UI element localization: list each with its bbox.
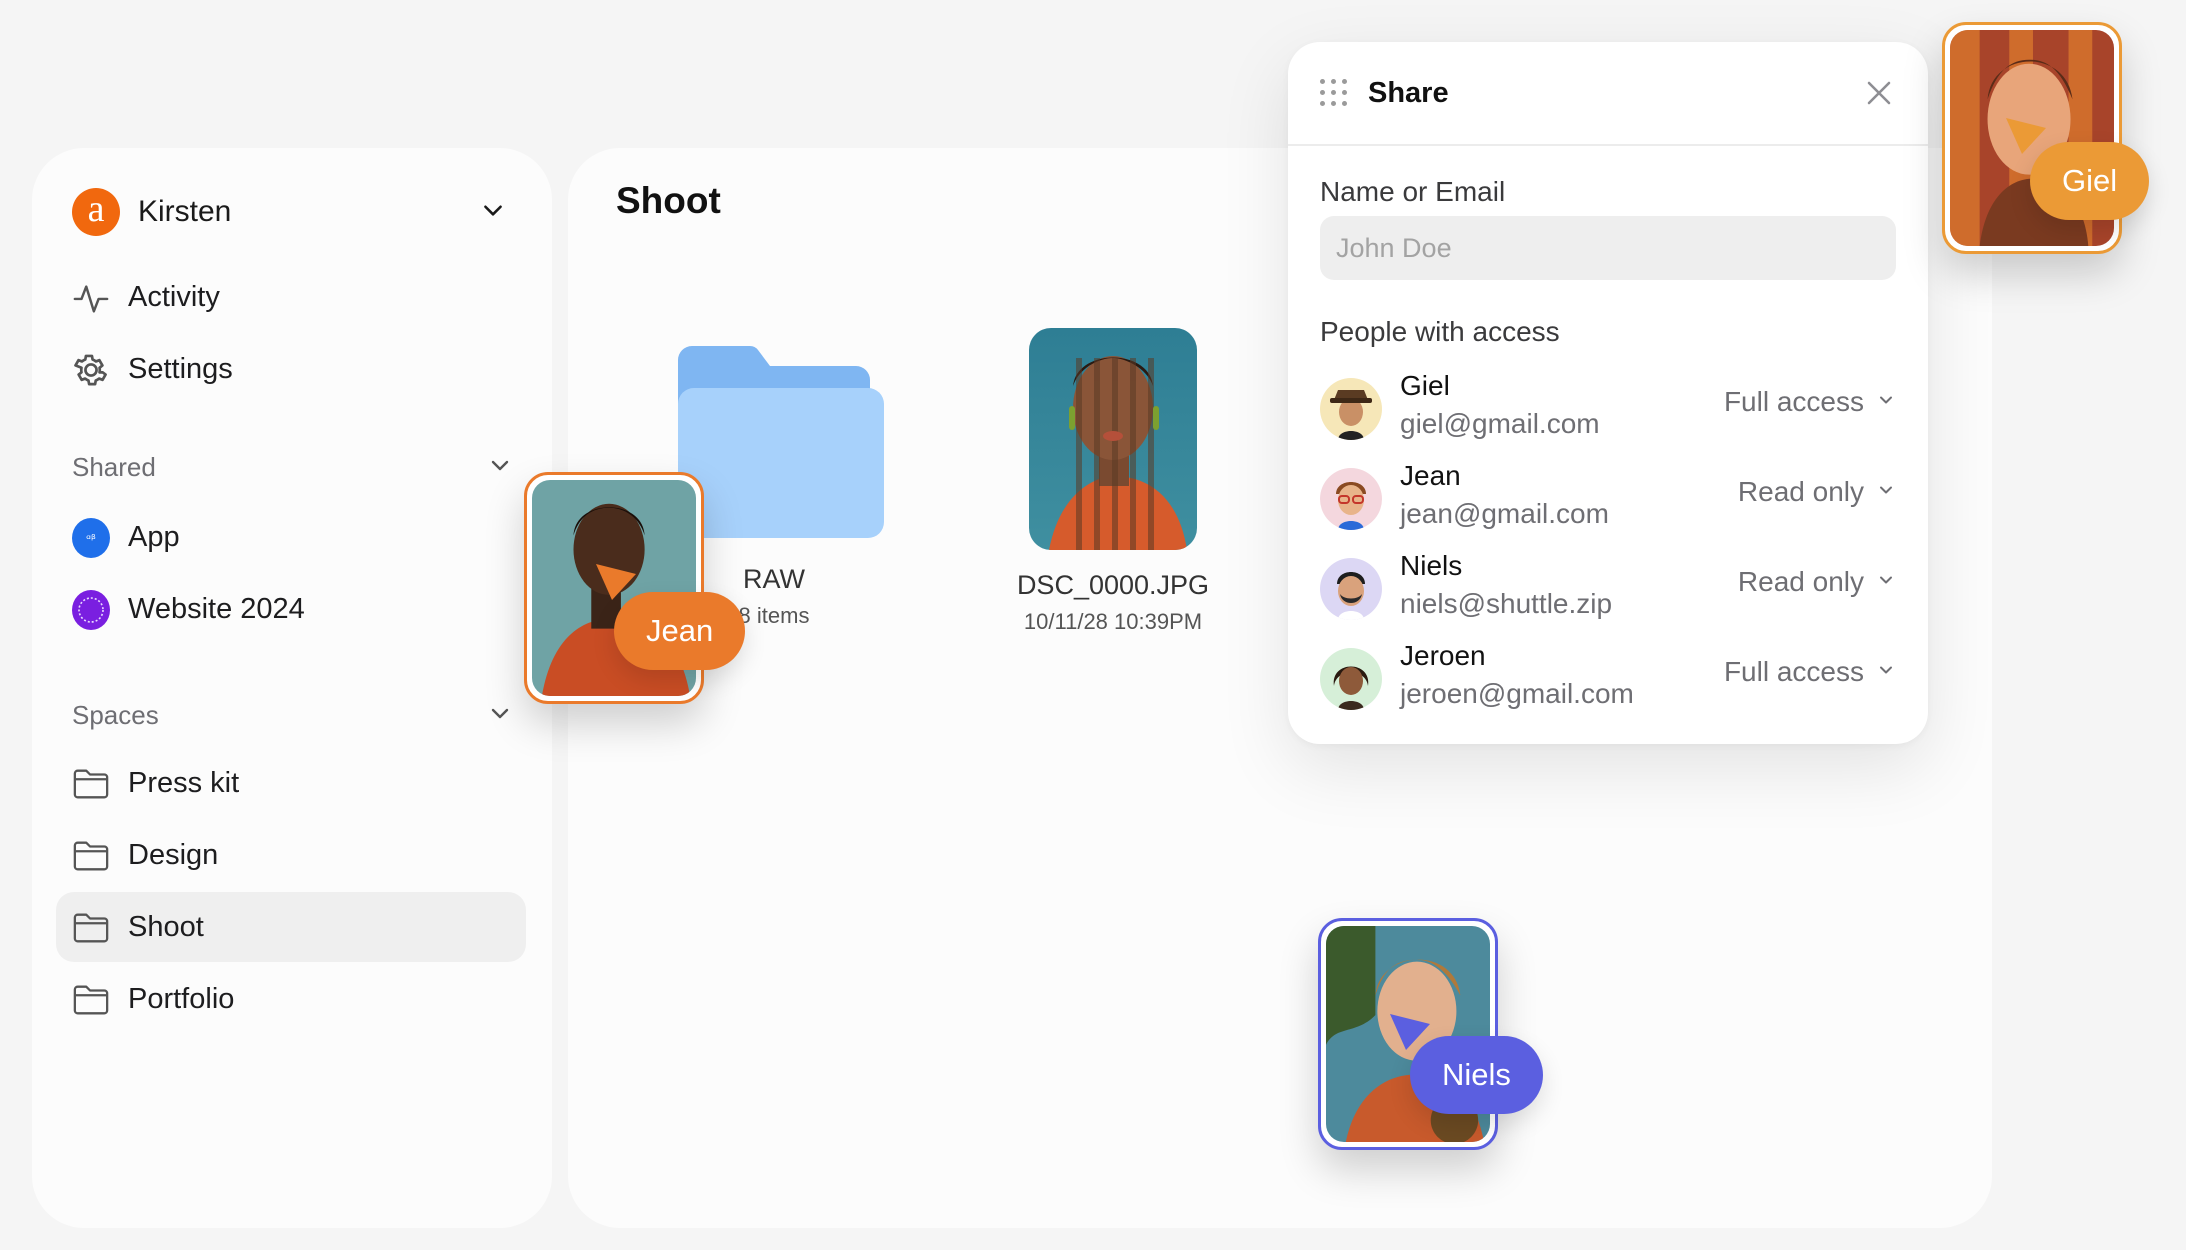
file-name: DSC_0000.JPG <box>1016 570 1210 600</box>
file-meta: 10/11/28 10:39PM <box>1023 609 1203 634</box>
person-row-jeroen: Jeroen jeroen@gmail.com Full access <box>1320 640 1896 720</box>
access-level-label: Read only <box>1737 476 1864 507</box>
chevron-down-icon <box>1876 570 1896 595</box>
chevron-down-icon <box>480 197 506 228</box>
section-title: Shared <box>72 451 156 482</box>
avatar <box>1320 648 1382 710</box>
person-name: Giel <box>1400 370 1450 401</box>
activity-icon <box>72 279 110 317</box>
gear-icon <box>72 351 110 389</box>
sidebar-item-label: Press kit <box>128 766 240 799</box>
sidebar-item-label: Website 2024 <box>128 592 305 625</box>
access-level-dropdown[interactable]: Read only <box>1738 566 1896 598</box>
share-dialog-header: Share <box>1288 42 1928 146</box>
section-title: Spaces <box>72 699 159 730</box>
access-level-dropdown[interactable]: Full access <box>1724 386 1896 418</box>
cursor-label-jean: Jean <box>614 592 746 670</box>
sidebar-item-label: Portfolio <box>128 982 235 1015</box>
cursor-label-niels: Niels <box>1410 1036 1543 1114</box>
sidebar-item-design[interactable]: Design <box>56 820 526 890</box>
page-title: Shoot <box>616 180 721 221</box>
person-email: jean@gmail.com <box>1400 498 1609 529</box>
share-dialog-title: Share <box>1368 76 1449 109</box>
chevron-down-icon <box>1876 480 1896 505</box>
account-logo: a <box>72 188 120 236</box>
people-with-access-label: People with access <box>1320 316 1560 347</box>
avatar <box>1320 468 1382 530</box>
sidebar-item-label: Shoot <box>128 910 204 943</box>
person-email: giel@gmail.com <box>1400 408 1600 439</box>
account-name: Kirsten <box>138 195 232 228</box>
access-level-label: Read only <box>1737 566 1864 597</box>
shared-section-header[interactable]: Shared <box>72 442 512 492</box>
person-email: jeroen@gmail.com <box>1400 678 1634 709</box>
chevron-down-icon <box>1876 390 1896 415</box>
sidebar-item-portfolio[interactable]: Portfolio <box>56 964 526 1034</box>
avatar <box>1320 558 1382 620</box>
access-level-label: Full access <box>1723 656 1864 687</box>
person-row-giel: Giel giel@gmail.com Full access <box>1320 370 1896 450</box>
person-row-jean: Jean jean@gmail.com Read only <box>1320 460 1896 540</box>
sidebar-item-activity[interactable]: Activity <box>56 262 526 332</box>
sidebar-item-label: Design <box>128 838 219 871</box>
folder-icon <box>72 909 110 947</box>
file-item-dsc-image[interactable]: DSC_0000.JPG 10/11/28 10:39PM <box>988 328 1238 635</box>
sidebar-item-label: Settings <box>128 352 233 385</box>
folder-icon <box>72 981 110 1019</box>
person-email: niels@shuttle.zip <box>1400 588 1613 619</box>
sidebar-item-app[interactable]: ᵅᵝ App <box>56 502 526 572</box>
sidebar-item-label: App <box>128 520 180 553</box>
access-level-dropdown[interactable]: Read only <box>1738 476 1896 508</box>
access-level-label: Full access <box>1723 386 1864 417</box>
folder-icon <box>72 837 110 875</box>
person-name: Jean <box>1400 460 1461 491</box>
person-name: Jeroen <box>1400 640 1486 671</box>
sidebar: a Kirsten Activity Settings Shared ᵅᵝ Ap… <box>32 148 552 1228</box>
sidebar-item-settings[interactable]: Settings <box>56 334 526 404</box>
sidebar-item-label: Activity <box>128 280 220 313</box>
app-icon: ᵅᵝ <box>72 518 110 558</box>
access-level-dropdown[interactable]: Full access <box>1724 656 1896 688</box>
account-switcher[interactable]: a Kirsten <box>72 184 512 240</box>
spaces-section-header[interactable]: Spaces <box>72 690 512 740</box>
image-thumbnail <box>1029 328 1197 550</box>
folder-icon <box>72 765 110 803</box>
sidebar-item-shoot[interactable]: Shoot <box>56 892 526 962</box>
svg-text:ᵅᵝ: ᵅᵝ <box>86 532 96 546</box>
share-dialog: Share Name or Email People with access G… <box>1288 42 1928 744</box>
drag-handle-icon[interactable] <box>1320 79 1348 107</box>
name-or-email-input[interactable] <box>1320 216 1896 280</box>
avatar <box>1320 378 1382 440</box>
cursor-label-giel: Giel <box>2030 142 2150 220</box>
person-name: Niels <box>1400 550 1463 581</box>
sidebar-item-website-2024[interactable]: Website 2024 <box>56 574 526 644</box>
chevron-down-icon <box>488 701 512 730</box>
person-row-niels: Niels niels@shuttle.zip Read only <box>1320 550 1896 630</box>
sidebar-item-press-kit[interactable]: Press kit <box>56 748 526 818</box>
website-icon <box>72 590 110 630</box>
chevron-down-icon <box>1876 660 1896 685</box>
close-icon[interactable] <box>1862 76 1896 110</box>
chevron-down-icon <box>488 453 512 482</box>
name-or-email-label: Name or Email <box>1320 176 1506 207</box>
